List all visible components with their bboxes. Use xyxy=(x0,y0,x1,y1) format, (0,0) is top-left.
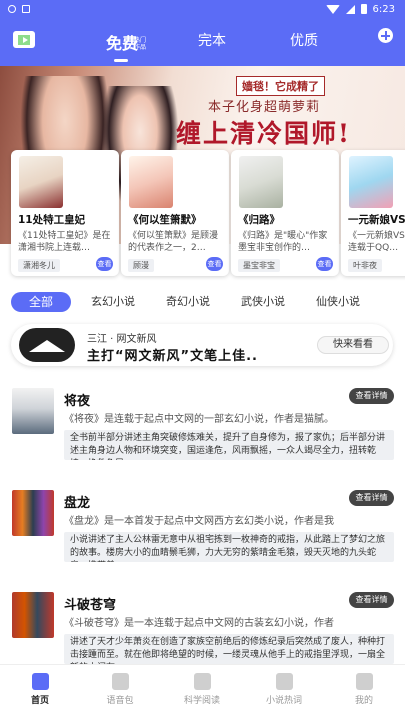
top-header: 6:23 免费 热门作品 完本 优质 xyxy=(0,0,405,66)
voice-icon xyxy=(111,673,129,690)
banner-title: 缠上清冷国师! xyxy=(176,119,351,148)
app-notification-icon xyxy=(22,5,30,13)
tab-completed[interactable]: 完本 xyxy=(198,30,226,50)
home-icon xyxy=(31,673,49,690)
book-cover xyxy=(12,388,54,434)
banner-tag: 嫱毯！它成精了 xyxy=(236,76,325,96)
book-author: 潇湘冬儿 xyxy=(18,259,60,272)
bottom-nav-voice[interactable]: 语音包 xyxy=(90,673,150,706)
book-cover xyxy=(19,156,63,208)
book-author: 叶非夜 xyxy=(348,259,382,272)
bottom-nav-reading[interactable]: 科学阅读 xyxy=(172,673,232,706)
app-screen: 6:23 免费 热门作品 完本 优质 嫱毯！它成精了 本子化身超萌萝莉 缠上清冷… xyxy=(0,0,405,720)
bottom-nav-label: 小说热词 xyxy=(265,696,302,706)
tab-quality[interactable]: 优质 xyxy=(290,30,318,50)
view-button[interactable]: 查看 xyxy=(96,257,113,271)
status-icons-left xyxy=(8,5,30,13)
banner-subtitle: 本子化身超萌萝莉 xyxy=(208,100,321,115)
bottom-nav-label: 我的 xyxy=(354,696,373,706)
featured-book-card[interactable]: 《何以笙箫默》 《何以笙箫默》是顾漫的代表作之一，2… 顾漫 查看 xyxy=(121,150,229,276)
book-summary: 全书前半部分讲述主角突破修炼难关，提升了自身修为，报了家仇；后半部分讲述主角身边… xyxy=(64,430,394,460)
book-title: 11处特工皇妃 xyxy=(18,214,86,226)
book-description: 《盘龙》是一本首发于起点中文网西方玄幻类小说，作者是我吃… xyxy=(64,516,334,527)
battery-icon xyxy=(360,4,367,14)
book-author: 顾漫 xyxy=(128,259,154,272)
wifi-icon xyxy=(325,4,340,14)
mountain-icon xyxy=(19,328,75,362)
hotword-icon xyxy=(275,673,293,690)
status-time: 6:23 xyxy=(372,3,395,15)
book-description: 《何以笙箫默》是顾漫的代表作之一，2… xyxy=(128,231,219,253)
book-cover xyxy=(12,490,54,536)
promo-button[interactable]: 快来看看 xyxy=(317,336,389,354)
book-list-item[interactable]: 盘龙 《盘龙》是一本首发于起点中文网西方玄幻类小说，作者是我吃… 查看详情 小说… xyxy=(0,490,405,582)
book-title: 将夜 xyxy=(64,394,91,409)
category-xianxia[interactable]: 仙侠小说 xyxy=(316,292,360,312)
active-tab-indicator xyxy=(114,59,128,62)
promo-label: 三江 · 网文新风 xyxy=(87,334,157,345)
book-title: 斗破苍穹 xyxy=(64,598,117,613)
bottom-nav-profile[interactable]: 我的 xyxy=(334,673,394,706)
reading-icon xyxy=(193,673,211,690)
status-icons-right: 6:23 xyxy=(325,3,395,15)
view-details-button[interactable]: 查看详情 xyxy=(349,490,394,506)
book-cover xyxy=(12,592,54,638)
bottom-nav-hotwords[interactable]: 小说热词 xyxy=(254,673,314,706)
book-title: 一元新娘VS全 xyxy=(348,214,405,226)
book-description: 《11处特工皇妃》是在潇湘书院上连载… xyxy=(18,231,111,253)
bottom-nav-label: 首页 xyxy=(30,696,49,706)
app-logo-icon[interactable] xyxy=(12,27,38,51)
book-description: 《将夜》是连载于起点中文网的一部玄幻小说，作者是猫腻。 xyxy=(64,414,334,425)
book-description: 《一元新娘VS全席》是连载于QQ… xyxy=(348,231,405,253)
view-details-button[interactable]: 查看详情 xyxy=(349,388,394,404)
book-cover xyxy=(349,156,393,208)
book-title: 盘龙 xyxy=(64,496,91,511)
notification-icon xyxy=(8,5,16,13)
add-button[interactable] xyxy=(378,28,393,43)
book-cover xyxy=(129,156,173,208)
book-list-item[interactable]: 将夜 《将夜》是连载于起点中文网的一部玄幻小说，作者是猫腻。 查看详情 全书前半… xyxy=(0,388,405,480)
book-cover xyxy=(239,156,283,208)
promo-strip[interactable]: 三江 · 网文新风 主打“网文新风”文笔上佳.. 快来看看 xyxy=(11,324,393,366)
bottom-nav-label: 科学阅读 xyxy=(183,696,220,706)
profile-icon xyxy=(355,673,373,690)
featured-book-card[interactable]: 《归路》 《归路》是"暖心"作家墨宝非宝创作的… 墨宝非宝 查看 xyxy=(231,150,339,276)
featured-book-card[interactable]: 一元新娘VS全 《一元新娘VS全席》是连载于QQ… 叶非夜 xyxy=(341,150,405,276)
bottom-nav: 首页 语音包 科学阅读 小说热词 我的 xyxy=(0,664,405,720)
book-summary: 讲述了天才少年萧炎在创造了家族空前绝后的修炼纪录后突然成了废人，种种打击接踵而至… xyxy=(64,634,394,664)
tab-free-sublabel: 热门作品 xyxy=(134,37,147,51)
category-xuanhuan[interactable]: 玄幻小说 xyxy=(91,292,135,312)
book-title: 《归路》 xyxy=(238,214,280,226)
category-tabs: 全部 玄幻小说 奇幻小说 武侠小说 仙侠小说 xyxy=(0,292,405,312)
book-description: 《归路》是"暖心"作家墨宝非宝创作的… xyxy=(238,231,328,253)
category-qihuan[interactable]: 奇幻小说 xyxy=(166,292,210,312)
book-title: 《何以笙箫默》 xyxy=(128,214,202,226)
category-all[interactable]: 全部 xyxy=(11,292,71,312)
status-bar: 6:23 xyxy=(0,0,405,18)
view-details-button[interactable]: 查看详情 xyxy=(349,592,394,608)
category-wuxia[interactable]: 武侠小说 xyxy=(241,292,285,312)
view-button[interactable]: 查看 xyxy=(316,257,333,271)
promo-headline: 主打“网文新风”文笔上佳.. xyxy=(87,349,258,364)
featured-book-card[interactable]: 11处特工皇妃 《11处特工皇妃》是在潇湘书院上连载… 潇湘冬儿 查看 xyxy=(11,150,119,276)
bottom-nav-label: 语音包 xyxy=(106,696,134,706)
book-description: 《斗破苍穹》是一本连载于起点中文网的古装玄幻小说，作者是… xyxy=(64,618,334,629)
signal-icon xyxy=(345,4,355,14)
book-summary: 小说讲述了主人公林雷无意中从祖宅拣到一枚神奇的戒指，从此踏上了梦幻之旅的故事。楼… xyxy=(64,532,394,562)
book-author: 墨宝非宝 xyxy=(238,259,280,272)
view-button[interactable]: 查看 xyxy=(206,257,223,271)
top-nav: 免费 热门作品 完本 优质 xyxy=(0,18,405,66)
bottom-nav-home[interactable]: 首页 xyxy=(10,673,70,706)
featured-books-carousel[interactable]: 11处特工皇妃 《11处特工皇妃》是在潇湘书院上连载… 潇湘冬儿 查看 《何以笙… xyxy=(0,150,405,278)
